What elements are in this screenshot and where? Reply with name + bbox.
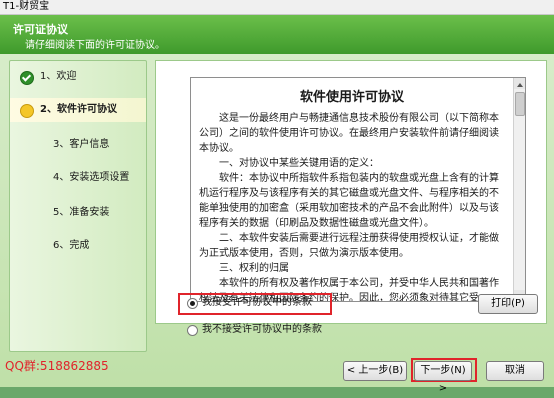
license-text-content: 软件使用许可协议 这是一份最终用户与畅捷通信息技术股份有限公司（以下简称本公司）… bbox=[191, 78, 513, 301]
cancel-button[interactable]: 取消 bbox=[486, 361, 544, 381]
license-paragraph: 三、权利的归属 bbox=[219, 263, 289, 274]
radio-selected-icon[interactable] bbox=[187, 298, 198, 309]
step-welcome: 1、欢迎 bbox=[10, 65, 146, 89]
step-label: 5、准备安装 bbox=[53, 207, 110, 218]
step-label: 4、安装选项设置 bbox=[53, 172, 130, 183]
license-paragraph: 一、对协议中某些关键用语的定义： bbox=[219, 158, 379, 169]
page-title: 许可证协议 bbox=[13, 23, 68, 36]
license-text-box[interactable]: 软件使用许可协议 这是一份最终用户与畅捷通信息技术股份有限公司（以下简称本公司）… bbox=[190, 77, 526, 302]
step-label: 1、欢迎 bbox=[40, 71, 77, 82]
print-button[interactable]: 打印(P) bbox=[478, 294, 538, 314]
radio-unselected-icon[interactable] bbox=[187, 325, 198, 336]
accept-label[interactable]: 我接受许可协议中的条款 bbox=[202, 295, 312, 311]
steps-sidebar: 1、欢迎 2、软件许可协议 3、客户信息 4、安装选项设置 5、准备安装 6、完… bbox=[9, 60, 147, 352]
scroll-up-arrow-icon[interactable] bbox=[514, 78, 525, 89]
wizard-header: 许可证协议 请仔细阅读下面的许可证协议。 bbox=[0, 15, 554, 54]
license-panel: 软件使用许可协议 这是一份最终用户与畅捷通信息技术股份有限公司（以下简称本公司）… bbox=[155, 60, 547, 324]
step-label: 3、客户信息 bbox=[53, 139, 110, 150]
license-scrollbar[interactable] bbox=[513, 78, 525, 301]
license-title: 软件使用许可协议 bbox=[299, 90, 404, 105]
title-bar: T1-财贸宝 bbox=[0, 0, 554, 15]
license-paragraph: 软件：本协议中所指软件系指包装内的软盘或光盘上含有的计算机运行程序及与该程序有关… bbox=[199, 173, 499, 229]
scroll-thumb[interactable] bbox=[515, 92, 525, 116]
step-label: 6、完成 bbox=[53, 240, 90, 251]
window-title: T1-财贸宝 bbox=[3, 1, 50, 12]
page-subtitle: 请仔细阅读下面的许可证协议。 bbox=[25, 40, 165, 51]
license-paragraph: 二、本软件安装后需要进行远程注册获得使用授权认证，才能做为正式版本使用，否则，只… bbox=[199, 233, 499, 259]
qq-group-watermark: QQ群:518862885 bbox=[5, 359, 109, 373]
step-license: 2、软件许可协议 bbox=[10, 98, 146, 122]
step-customer-info: 3、客户信息 bbox=[10, 133, 146, 157]
installer-window: T1-财贸宝 许可证协议 请仔细阅读下面的许可证协议。 1、欢迎 2、软件许可协… bbox=[0, 0, 554, 394]
step-finish: 6、完成 bbox=[10, 234, 146, 258]
step-install-options: 4、安装选项设置 bbox=[10, 166, 146, 190]
decline-label[interactable]: 我不接受许可协议中的条款 bbox=[202, 322, 322, 338]
step-label: 2、软件许可协议 bbox=[40, 104, 117, 115]
next-button[interactable]: 下一步(N) > bbox=[414, 361, 472, 394]
check-circle-icon bbox=[20, 71, 34, 85]
step-prepare-install: 5、准备安装 bbox=[10, 201, 146, 225]
license-paragraph: 这是一份最终用户与畅捷通信息技术股份有限公司（以下简称本公司）之间的软件使用许可… bbox=[199, 113, 499, 154]
back-button[interactable]: < 上一步(B) bbox=[343, 361, 407, 381]
current-step-icon bbox=[20, 104, 34, 118]
